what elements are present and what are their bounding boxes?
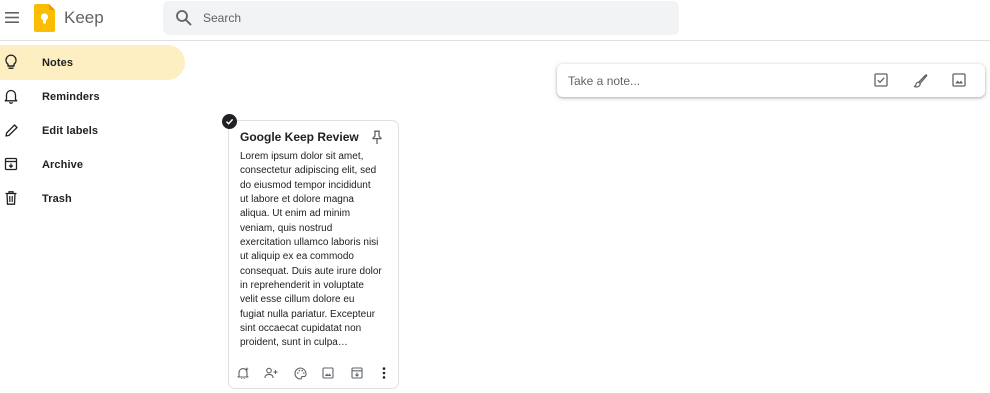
- pin-icon[interactable]: [370, 129, 384, 145]
- sidebar-item-label: Reminders: [42, 90, 100, 103]
- archive-icon[interactable]: [350, 366, 364, 380]
- image-icon[interactable]: [951, 72, 967, 88]
- search-bar[interactable]: [163, 1, 679, 35]
- sidebar: Notes Reminders Edit labels Archive Tras…: [0, 45, 185, 215]
- hamburger-menu-icon[interactable]: [3, 7, 21, 27]
- sidebar-item-label: Trash: [42, 192, 72, 205]
- brush-icon[interactable]: [912, 72, 928, 88]
- app-header: Keep: [0, 0, 990, 41]
- sidebar-item-notes[interactable]: Notes: [0, 45, 185, 80]
- sidebar-item-label: Archive: [42, 158, 84, 171]
- archive-icon: [3, 156, 19, 172]
- collaborator-icon[interactable]: [264, 366, 278, 380]
- sidebar-item-label: Notes: [42, 56, 74, 69]
- note-card[interactable]: Google Keep Review Lorem ipsum dolor sit…: [228, 120, 399, 389]
- trash-icon: [3, 190, 19, 206]
- sidebar-item-label: Edit labels: [42, 124, 99, 137]
- bell-icon: [3, 88, 19, 104]
- remind-me-icon[interactable]: [236, 366, 250, 380]
- lightbulb-icon: [3, 54, 19, 70]
- keep-logo-icon[interactable]: [34, 4, 55, 32]
- note-body[interactable]: Lorem ipsum dolor sit amet, consectetur …: [240, 150, 392, 351]
- note-toolbar: [229, 366, 398, 382]
- take-note-input[interactable]: [568, 64, 858, 97]
- search-icon[interactable]: [175, 9, 193, 27]
- sidebar-item-reminders[interactable]: Reminders: [0, 79, 185, 114]
- checkbox-list-icon[interactable]: [873, 72, 889, 88]
- app-title: Keep: [64, 8, 104, 27]
- note-select-check-icon[interactable]: [222, 114, 237, 129]
- palette-icon[interactable]: [293, 366, 307, 380]
- pencil-icon: [3, 122, 19, 138]
- sidebar-item-archive[interactable]: Archive: [0, 147, 185, 182]
- sidebar-item-trash[interactable]: Trash: [0, 181, 185, 216]
- note-title[interactable]: Google Keep Review: [240, 130, 359, 145]
- more-vert-icon[interactable]: [377, 366, 391, 380]
- add-image-icon[interactable]: [321, 366, 335, 380]
- search-input[interactable]: [203, 1, 669, 35]
- take-note-bar[interactable]: [557, 64, 985, 97]
- sidebar-item-edit-labels[interactable]: Edit labels: [0, 113, 185, 148]
